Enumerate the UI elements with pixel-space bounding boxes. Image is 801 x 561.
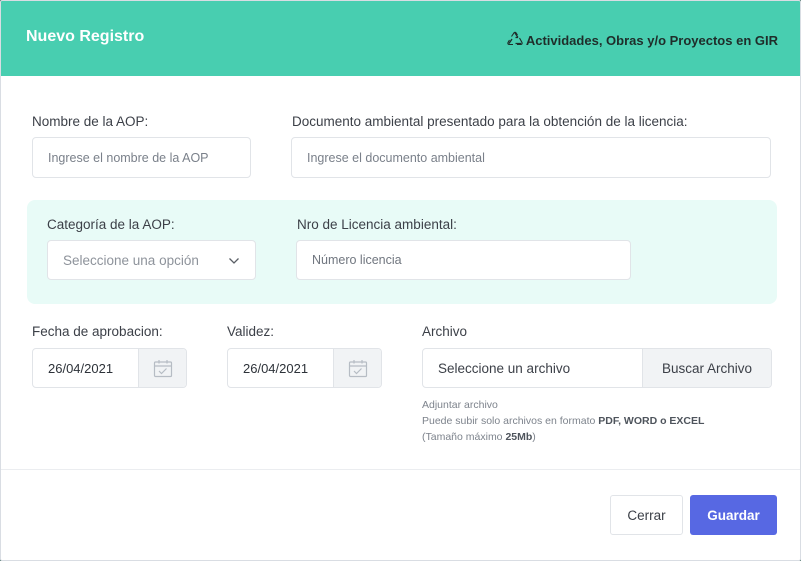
browse-file-button[interactable]: Buscar Archivo bbox=[642, 349, 771, 387]
footer-divider bbox=[1, 469, 800, 470]
aop-category-selected: Seleccione una opción bbox=[63, 252, 199, 268]
help-line-1: Adjuntar archivo bbox=[422, 399, 498, 411]
aop-category-label: Categoría de la AOP: bbox=[47, 217, 175, 232]
module-context-label: Actividades, Obras y/o Proyectos en GIR bbox=[525, 33, 778, 48]
module-context: Actividades, Obras y/o Proyectos en GIR bbox=[506, 31, 778, 50]
help-line-3-prefix: (Tamaño máximo bbox=[422, 431, 506, 443]
license-number-label: Nro de Licencia ambiental: bbox=[297, 217, 457, 232]
save-button[interactable]: Guardar bbox=[690, 495, 777, 535]
file-name-value[interactable]: Seleccione un archivo bbox=[423, 349, 642, 387]
close-button[interactable]: Cerrar bbox=[610, 495, 683, 535]
environmental-document-label: Documento ambiental presentado para la o… bbox=[292, 114, 688, 129]
modal-title: Nuevo Registro bbox=[26, 28, 145, 45]
calendar-icon[interactable] bbox=[138, 349, 186, 387]
file-upload-input[interactable]: Seleccione un archivo Buscar Archivo bbox=[422, 348, 772, 388]
help-line-3: (Tamaño máximo 25Mb) bbox=[422, 429, 704, 445]
approval-date-input[interactable]: 26/04/2021 bbox=[32, 348, 187, 388]
aop-name-label: Nombre de la AOP: bbox=[32, 114, 149, 129]
help-line-3-suffix: ) bbox=[532, 431, 536, 443]
validity-date-value[interactable]: 26/04/2021 bbox=[228, 349, 333, 387]
help-line-2-prefix: Puede subir solo archivos en formato bbox=[422, 415, 599, 427]
aop-name-input[interactable]: Ingrese el nombre de la AOP bbox=[32, 137, 251, 178]
help-allowed-formats: PDF, WORD o EXCEL bbox=[598, 415, 705, 427]
file-help-text: Adjuntar archivo Puede subir solo archiv… bbox=[422, 397, 704, 445]
license-number-input[interactable]: Número licencia bbox=[296, 240, 631, 280]
help-line-2: Puede subir solo archivos en formato PDF… bbox=[422, 413, 704, 429]
chevron-down-icon bbox=[228, 253, 240, 268]
aop-category-select[interactable]: Seleccione una opción bbox=[47, 240, 256, 280]
file-label: Archivo bbox=[422, 324, 468, 339]
modal-header: Nuevo Registro Actividades, Obras y/o Pr… bbox=[1, 1, 800, 76]
approval-date-label: Fecha de aprobacion: bbox=[32, 324, 163, 339]
validity-date-input[interactable]: 26/04/2021 bbox=[227, 348, 382, 388]
environmental-document-input[interactable]: Ingrese el documento ambiental bbox=[291, 137, 771, 178]
calendar-icon[interactable] bbox=[333, 349, 381, 387]
help-max-size: 25Mb bbox=[505, 431, 533, 443]
recycle-icon bbox=[506, 31, 526, 50]
approval-date-value[interactable]: 26/04/2021 bbox=[33, 349, 138, 387]
new-record-modal: Nuevo Registro Actividades, Obras y/o Pr… bbox=[0, 0, 801, 561]
validity-label: Validez: bbox=[227, 324, 275, 339]
